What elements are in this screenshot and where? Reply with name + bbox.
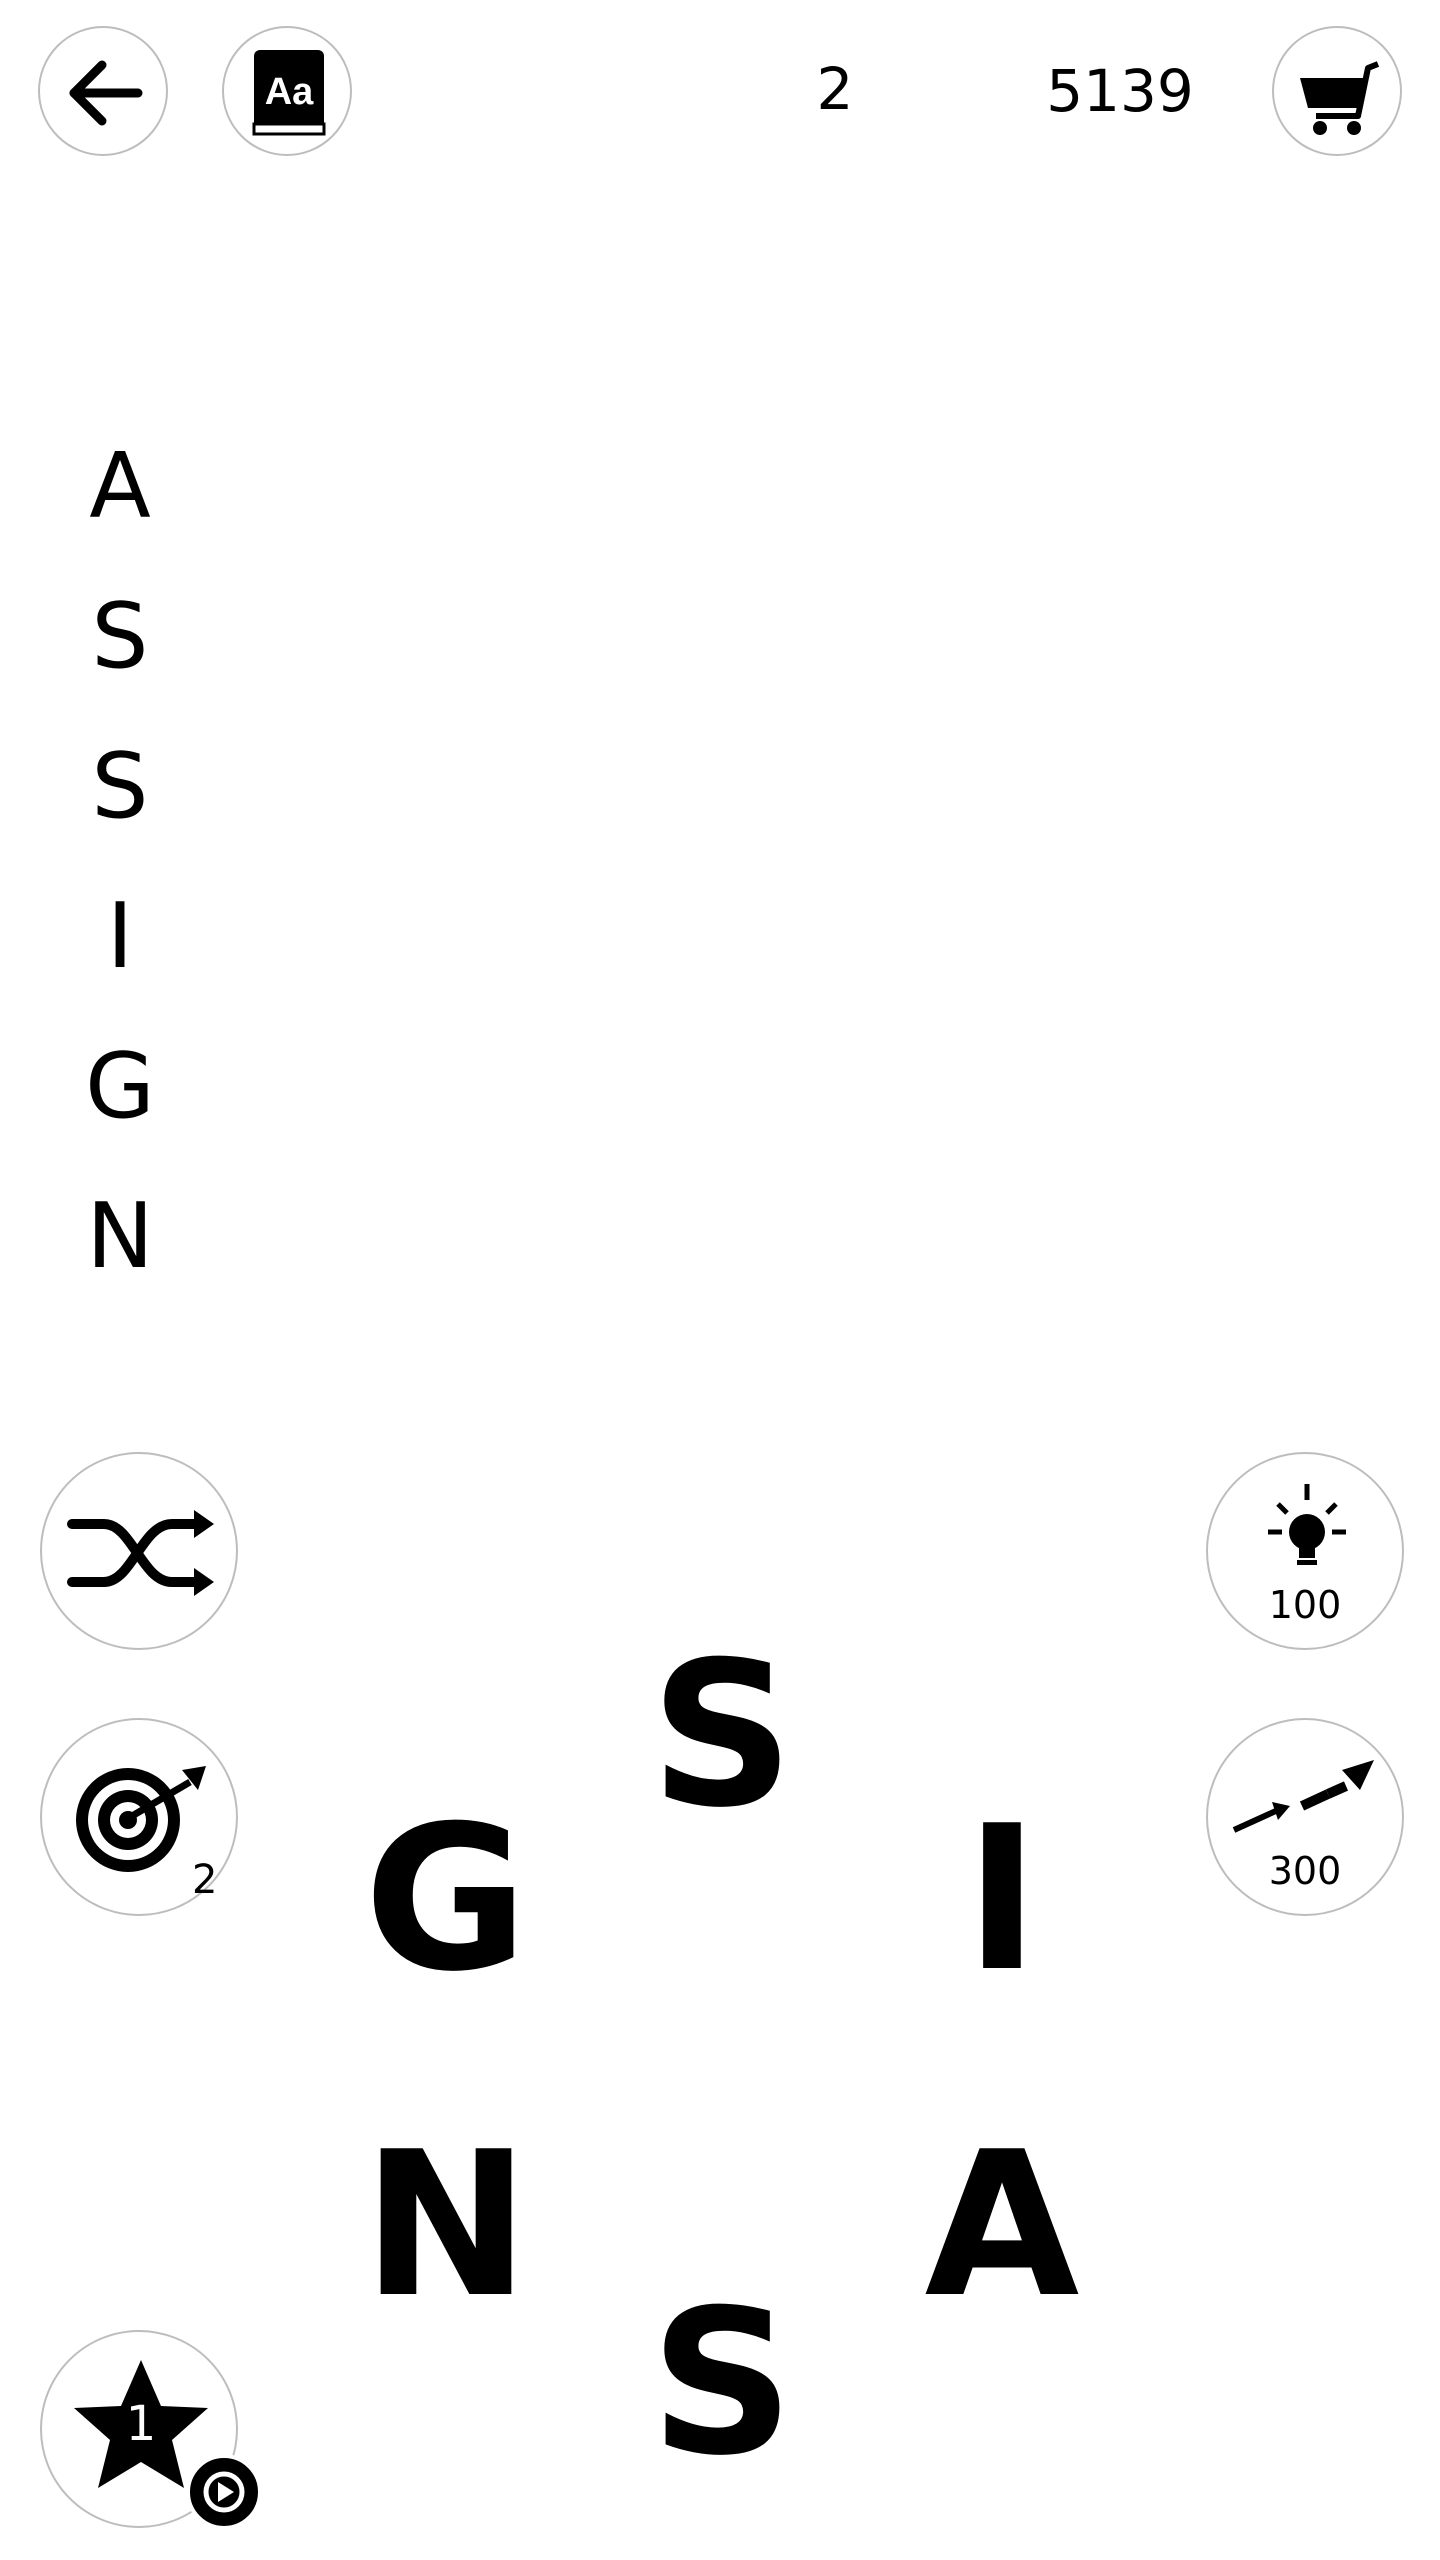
dictionary-button[interactable]: Aa — [222, 26, 352, 156]
target-button[interactable]: 2 — [40, 1718, 238, 1916]
wheel-letter[interactable]: N — [346, 2126, 546, 2326]
found-word-letter: S — [91, 584, 149, 689]
found-word-letter: N — [86, 1184, 154, 1289]
back-button[interactable] — [38, 26, 168, 156]
level-number: 2 — [816, 55, 854, 123]
arrow-left-icon — [69, 60, 143, 126]
found-word-letter: G — [85, 1034, 155, 1139]
found-word-letter: A — [89, 434, 151, 539]
coin-balance: 5139 — [1046, 57, 1194, 125]
wheel-letter[interactable]: S — [622, 2284, 822, 2484]
shopping-cart-icon — [1300, 61, 1380, 135]
svg-text:Aa: Aa — [265, 71, 314, 113]
wheel-letter[interactable]: S — [622, 1636, 822, 1836]
shuffle-button[interactable] — [40, 1452, 238, 1650]
hint-cost: 100 — [1268, 1583, 1342, 1627]
shuffle-icon — [67, 1510, 214, 1596]
video-ad-icon[interactable] — [186, 2454, 262, 2530]
rocket-button[interactable]: 300 — [1206, 1718, 1404, 1916]
star-count: 1 — [125, 2396, 157, 2452]
rocket-cost: 300 — [1268, 1849, 1342, 1893]
shop-button[interactable] — [1272, 26, 1402, 156]
dictionary-book-icon: Aa — [252, 50, 326, 136]
hint-button[interactable]: 100 — [1206, 1452, 1404, 1650]
wheel-letter[interactable]: G — [346, 1800, 546, 2000]
found-word-letter: I — [106, 884, 134, 989]
found-word-letter: S — [91, 734, 149, 839]
wheel-letter[interactable]: A — [902, 2126, 1102, 2326]
target-count: 2 — [192, 1857, 218, 1903]
wheel-letter[interactable]: I — [902, 1800, 1102, 2000]
